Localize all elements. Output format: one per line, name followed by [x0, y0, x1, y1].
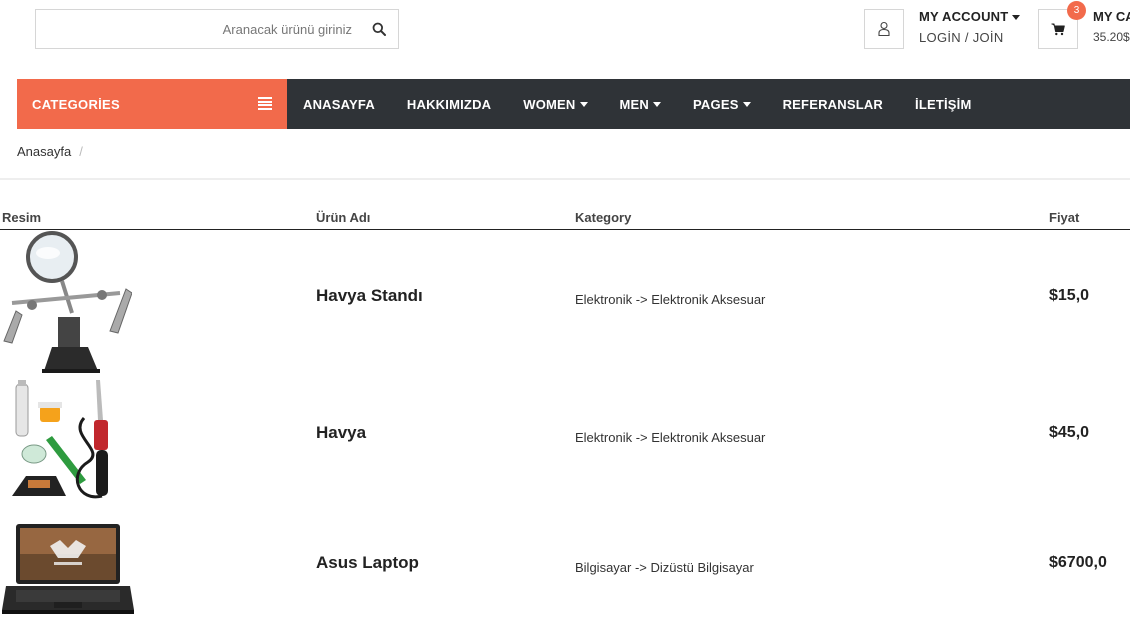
- chevron-down-icon: [742, 101, 751, 107]
- chevron-down-icon: [1012, 15, 1021, 21]
- column-header-image: Resim: [2, 210, 42, 225]
- product-price: $45,0: [1049, 424, 1090, 441]
- nav-item-anasayfa[interactable]: ANASAYFA: [287, 79, 391, 129]
- nav-item-iletisim[interactable]: İLETİŞİM: [899, 79, 988, 129]
- account-title[interactable]: MY ACCOUNT: [919, 9, 1021, 24]
- cart-icon: [1051, 23, 1065, 35]
- product-category: Elektronik -> Elektronik Aksesuar: [575, 292, 766, 307]
- column-header-name: Ürün Adı: [316, 210, 371, 225]
- main-navbar: CATEGORİES ANASAYFA HAKKIMIZDA WOMEN MEN…: [17, 79, 1130, 129]
- cart-total: 35.20$: [1093, 30, 1130, 44]
- product-name[interactable]: Asus Laptop: [316, 553, 419, 573]
- chevron-down-icon: [579, 101, 588, 107]
- nav-item-referanslar[interactable]: REFERANSLAR: [767, 79, 899, 129]
- chevron-down-icon: [653, 101, 662, 107]
- list-icon: [258, 97, 272, 110]
- product-name[interactable]: Havya: [316, 423, 366, 443]
- nav-item-men[interactable]: MEN: [604, 79, 678, 129]
- laptop-icon[interactable]: [2, 522, 134, 623]
- user-icon: [878, 21, 890, 37]
- column-header-price: Fiyat: [1049, 210, 1080, 225]
- nav-item-pages[interactable]: PAGES: [677, 79, 767, 129]
- login-join-link[interactable]: LOGİN / JOİN: [919, 30, 1004, 45]
- product-price: $15,0: [1049, 287, 1090, 304]
- cart-count-badge: 3: [1067, 1, 1086, 20]
- breadcrumb-home[interactable]: Anasayfa: [17, 144, 71, 159]
- nav-item-hakkimizda[interactable]: HAKKIMIZDA: [391, 79, 507, 129]
- divider: [0, 178, 1130, 180]
- product-category: Bilgisayar -> Dizüstü Bilgisayar: [575, 560, 754, 575]
- product-category: Elektronik -> Elektronik Aksesuar: [575, 430, 766, 445]
- search-input[interactable]: [36, 10, 356, 48]
- product-name[interactable]: Havya Standı: [316, 286, 423, 306]
- account-button[interactable]: [864, 9, 904, 49]
- product-price: $6700,0: [1049, 554, 1107, 571]
- column-header-category: Kategory: [575, 210, 632, 225]
- search-icon: [372, 22, 386, 36]
- cart-title[interactable]: MY CA: [1093, 9, 1130, 24]
- soldering-stand-icon[interactable]: [2, 231, 133, 380]
- breadcrumb-separator: /: [79, 144, 83, 159]
- breadcrumb: Anasayfa /: [17, 144, 83, 159]
- categories-button[interactable]: CATEGORİES: [17, 79, 287, 129]
- table-header-line: [0, 229, 1130, 230]
- soldering-iron-icon[interactable]: [8, 378, 130, 509]
- search-box: [35, 9, 399, 49]
- nav-item-women[interactable]: WOMEN: [507, 79, 603, 129]
- search-button[interactable]: [360, 10, 398, 48]
- categories-label: CATEGORİES: [32, 96, 120, 112]
